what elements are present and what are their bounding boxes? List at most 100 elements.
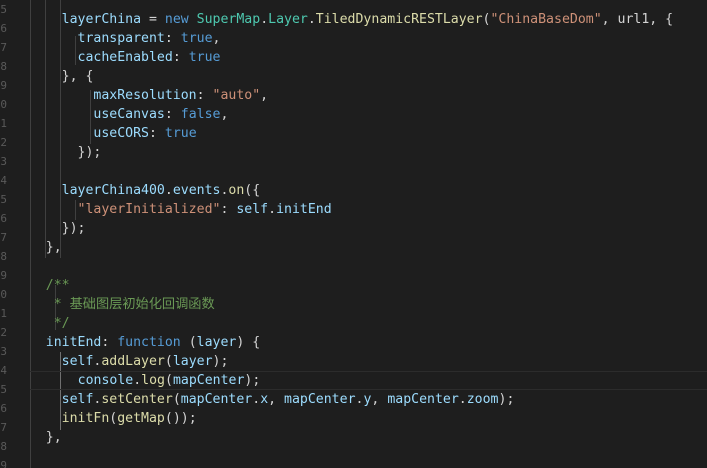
code-token: self — [61, 392, 94, 407]
code-token: ( — [164, 354, 173, 369]
code-token: layer — [196, 335, 237, 350]
code-token: "auto" — [212, 88, 261, 103]
code-token: true — [180, 31, 213, 46]
code-line[interactable] — [14, 162, 707, 181]
code-line[interactable]: layerChina = new SuperMap.Layer.TiledDyn… — [14, 10, 707, 29]
code-token: , — [371, 392, 388, 407]
code-line[interactable]: }, — [14, 238, 707, 257]
code-token: : — [220, 202, 237, 217]
code-token: SuperMap — [196, 12, 261, 27]
code-token: . — [164, 183, 173, 198]
code-token: transparent — [77, 31, 165, 46]
code-token: , — [268, 392, 285, 407]
code-line[interactable]: self.setCenter(mapCenter.x, mapCenter.y,… — [14, 390, 707, 409]
code-token: layer — [172, 354, 213, 369]
code-token: }, — [45, 240, 62, 255]
code-line[interactable]: "layerInitialized": self.initEnd — [14, 200, 707, 219]
code-line[interactable]: initFn(getMap()); — [14, 409, 707, 428]
code-token: ) { — [236, 335, 261, 350]
code-token: ); — [244, 373, 261, 388]
code-token: }, — [45, 430, 62, 445]
code-token: TiledDynamicRESTLayer — [315, 12, 483, 27]
code-token: ); — [212, 354, 229, 369]
code-token: function — [117, 335, 181, 350]
code-token: }, { — [61, 69, 94, 84]
code-token: ({ — [244, 183, 261, 198]
code-token: false — [180, 107, 221, 122]
code-token: events — [172, 183, 221, 198]
code-token: cacheEnabled — [77, 50, 173, 65]
code-line[interactable]: useCanvas: false, — [14, 105, 707, 124]
code-token: ); — [498, 392, 515, 407]
code-line[interactable]: }); — [14, 219, 707, 238]
code-line[interactable]: /** — [14, 276, 707, 295]
code-token: }); — [61, 221, 86, 236]
code-token: addLayer — [101, 354, 165, 369]
code-token: /** — [45, 278, 70, 293]
code-token: mapCenter — [172, 373, 245, 388]
code-token: */ — [53, 316, 70, 331]
code-token: , — [220, 107, 229, 122]
code-token: . — [133, 373, 142, 388]
code-token: . — [268, 202, 277, 217]
code-token: mapCenter — [180, 392, 253, 407]
code-line[interactable]: initEnd: function (layer) { — [14, 333, 707, 352]
code-line[interactable]: }, { — [14, 67, 707, 86]
code-token: : — [164, 107, 181, 122]
code-token: Layer — [268, 12, 308, 27]
code-token: . — [458, 392, 467, 407]
code-token: true — [164, 126, 197, 141]
code-token: useCORS — [93, 126, 149, 141]
code-line[interactable]: useCORS: true — [14, 124, 707, 143]
code-token: , — [212, 31, 221, 46]
code-token: console — [77, 373, 134, 388]
code-token: x — [260, 392, 269, 407]
code-line[interactable]: * 基础图层初始化回调函数 — [14, 295, 707, 314]
code-editor[interactable]: 56789012345678901234567890 layerChina = … — [0, 0, 707, 468]
code-token: , — [260, 88, 269, 103]
code-line[interactable] — [14, 447, 707, 466]
code-token: self — [61, 354, 94, 369]
code-token: : — [164, 31, 181, 46]
code-token: zoom — [466, 392, 499, 407]
code-line[interactable]: cacheEnabled: true — [14, 48, 707, 67]
code-line[interactable]: maxResolution: "auto", — [14, 86, 707, 105]
code-line[interactable]: layerChina400.events.on({ — [14, 181, 707, 200]
code-token: . — [252, 392, 261, 407]
code-token: layerChina400 — [61, 183, 165, 198]
code-token: true — [188, 50, 221, 65]
code-token: new — [164, 12, 189, 27]
code-token: = — [141, 12, 165, 27]
code-token: ( — [180, 335, 197, 350]
code-line[interactable]: }); — [14, 143, 707, 162]
code-token: : — [148, 126, 165, 141]
code-token: . — [260, 12, 269, 27]
code-token: initFn — [61, 411, 110, 426]
code-token: : — [172, 50, 189, 65]
code-token: * 基础图层初始化回调函数 — [53, 297, 215, 312]
code-line[interactable]: }, — [14, 428, 707, 447]
code-line[interactable] — [14, 257, 707, 276]
code-token: . — [307, 12, 316, 27]
code-line[interactable]: */ — [14, 314, 707, 333]
code-area[interactable]: layerChina = new SuperMap.Layer.TiledDyn… — [0, 0, 707, 468]
code-token: : — [101, 335, 118, 350]
code-token: ( — [172, 392, 181, 407]
code-line[interactable]: transparent: true, — [14, 29, 707, 48]
code-line[interactable]: self.addLayer(layer); — [14, 352, 707, 371]
code-token: log — [141, 373, 165, 388]
code-token: self — [236, 202, 269, 217]
current-code-line[interactable]: console.log(mapCenter); — [30, 371, 707, 390]
